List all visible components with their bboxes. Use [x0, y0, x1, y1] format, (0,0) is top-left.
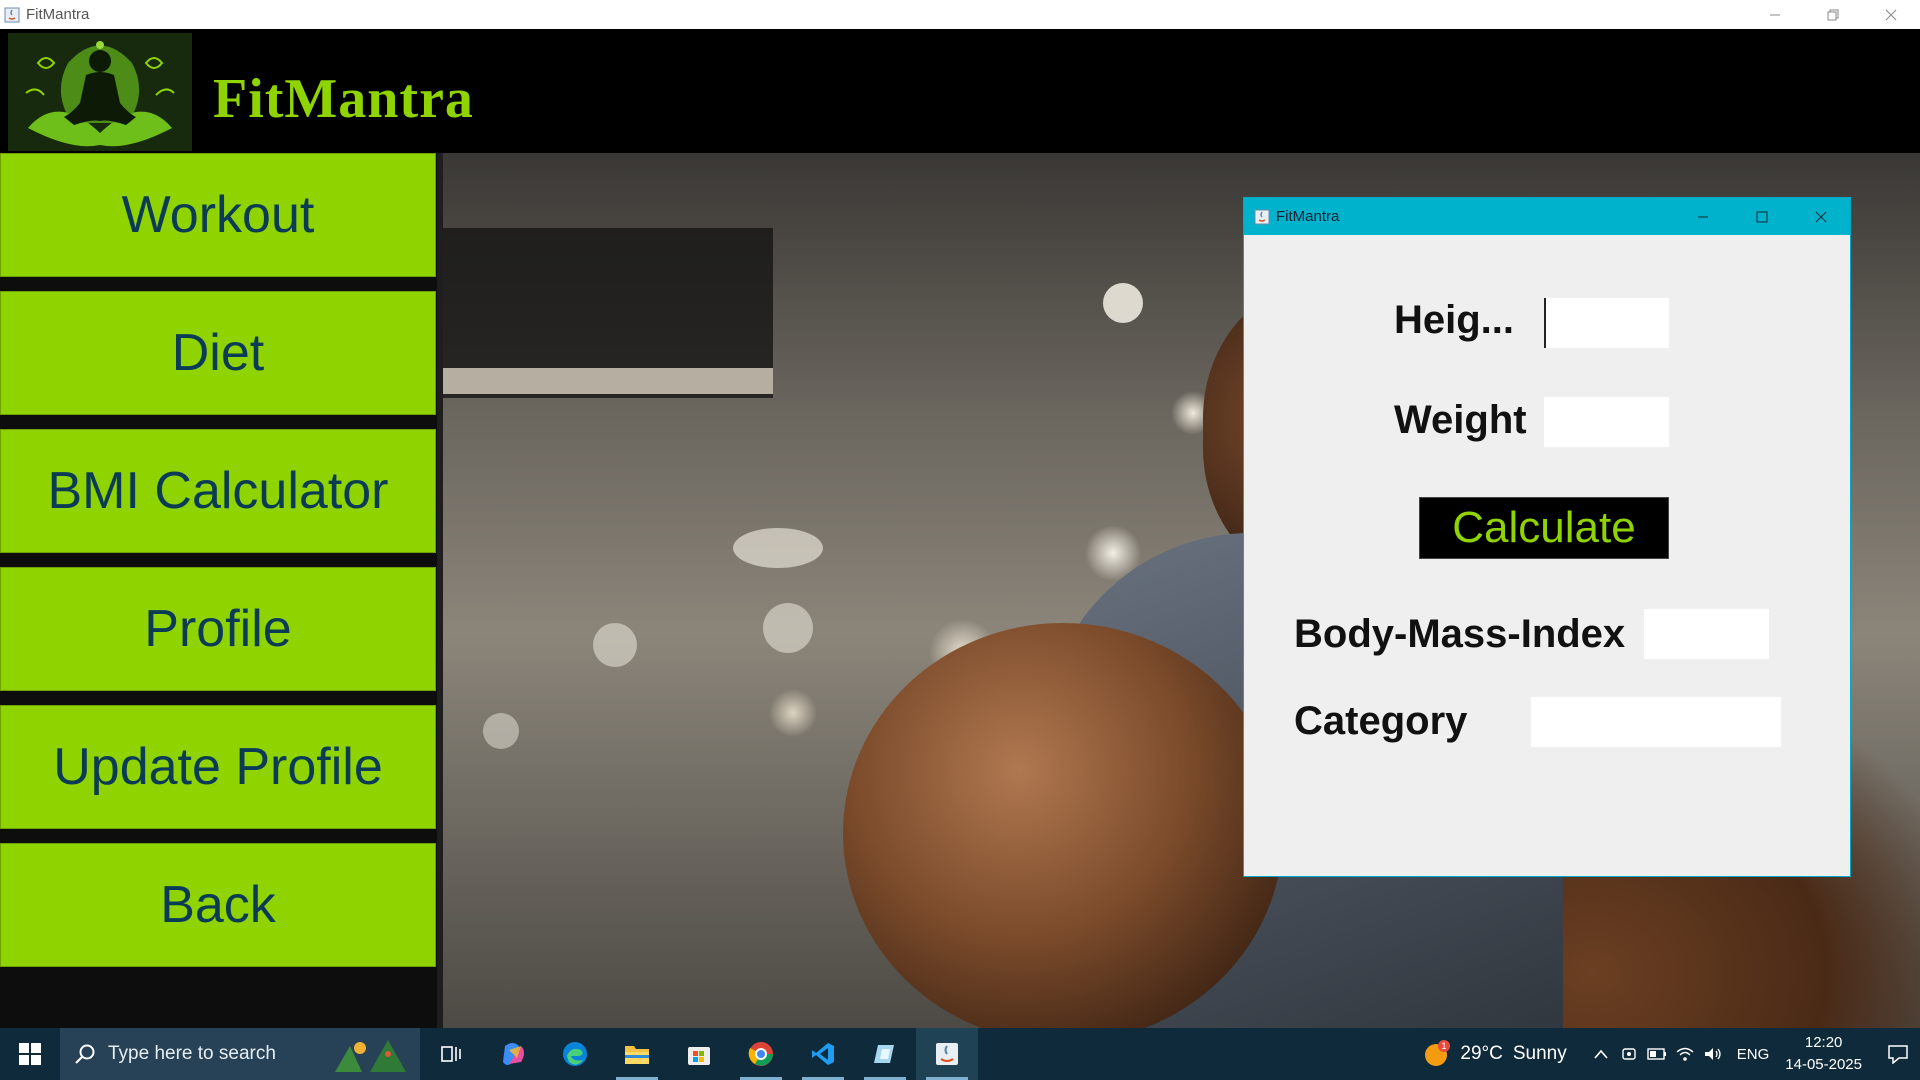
- weather-temp: 29°C: [1460, 1043, 1503, 1064]
- minimize-button[interactable]: [1746, 0, 1804, 29]
- nav-bmi-calculator-button[interactable]: BMI Calculator: [0, 429, 436, 553]
- nav-back-button[interactable]: Back: [0, 843, 436, 967]
- start-button[interactable]: [0, 1028, 60, 1080]
- bmi-output-field[interactable]: [1644, 609, 1769, 659]
- store-button[interactable]: [668, 1028, 730, 1080]
- battery-icon: [1647, 1048, 1666, 1060]
- taskbar-search-box[interactable]: Type here to search: [60, 1028, 420, 1080]
- app-button[interactable]: [854, 1028, 916, 1080]
- edge-button[interactable]: [544, 1028, 606, 1080]
- nav-profile-button[interactable]: Profile: [0, 567, 436, 691]
- speaker-icon: [1704, 1048, 1721, 1060]
- fitmantra-logo: [8, 33, 192, 151]
- close-button[interactable]: [1862, 0, 1920, 29]
- weather-condition: Sunny: [1512, 1043, 1567, 1064]
- chevron-up-icon: [1594, 1049, 1608, 1059]
- task-view-icon: [441, 1046, 461, 1062]
- bmi-label: Body-Mass-Index: [1294, 612, 1626, 656]
- sun-icon: 1: [1425, 1040, 1451, 1066]
- bmi-dialog: FitMantra Heig... Weight Calculate Body-…: [1243, 197, 1851, 877]
- nav-diet-button[interactable]: Diet: [0, 291, 436, 415]
- athlete-shoulder: [843, 623, 1283, 1028]
- system-tray: 1 29°C Sunny ENG 12:20 14-05-2025: [1422, 1028, 1920, 1080]
- dialog-maximize-button[interactable]: [1732, 198, 1791, 235]
- nav-update-profile-button[interactable]: Update Profile: [0, 705, 436, 829]
- close-icon: [1885, 9, 1897, 20]
- dialog-close-button[interactable]: [1791, 198, 1850, 235]
- copilot-button[interactable]: [482, 1028, 544, 1080]
- nav-workout-button[interactable]: Workout: [0, 153, 436, 277]
- network-button[interactable]: [1671, 1028, 1699, 1080]
- store-icon: [688, 1047, 710, 1065]
- maximize-icon: [1756, 211, 1767, 222]
- notification-center-button[interactable]: [1876, 1028, 1920, 1080]
- height-input[interactable]: [1544, 298, 1669, 348]
- brand-title: FitMantra: [213, 68, 474, 130]
- copilot-icon: [503, 1043, 524, 1065]
- restore-icon: [1827, 9, 1839, 20]
- minimize-icon: [1770, 14, 1780, 15]
- window-titlebar: FitMantra: [0, 0, 1920, 29]
- wifi-icon: [1676, 1047, 1694, 1061]
- calculate-button[interactable]: Calculate: [1419, 497, 1669, 559]
- java-app-button[interactable]: [916, 1028, 978, 1080]
- file-explorer-button[interactable]: [606, 1028, 668, 1080]
- weather-badge: 1: [1442, 1041, 1447, 1051]
- height-label: Heig...: [1394, 298, 1515, 342]
- java-app-icon: [4, 7, 20, 22]
- category-label: Category: [1294, 699, 1468, 743]
- language-indicator[interactable]: ENG: [1737, 1046, 1770, 1063]
- meet-now-button[interactable]: [1615, 1028, 1643, 1080]
- weather-widget[interactable]: 1 29°C Sunny: [1422, 1039, 1567, 1069]
- search-icon: [75, 1044, 95, 1064]
- chrome-icon: [748, 1042, 773, 1066]
- ceiling-light-strip: [443, 368, 773, 394]
- java-icon: [936, 1043, 958, 1065]
- bokeh-light: [593, 623, 637, 667]
- sidebar: Workout Diet BMI Calculator Profile Upda…: [0, 153, 437, 1028]
- app-header: FitMantra: [0, 29, 1920, 153]
- notification-icon: [1888, 1045, 1908, 1064]
- restore-button[interactable]: [1804, 0, 1862, 29]
- category-output-field[interactable]: [1531, 697, 1781, 747]
- java-app-icon: [1254, 209, 1270, 224]
- weight-label: Weight: [1394, 398, 1527, 442]
- task-view-button[interactable]: [420, 1028, 482, 1080]
- bokeh-light: [483, 713, 519, 749]
- app-icon: [874, 1045, 894, 1063]
- window-title: FitMantra: [26, 6, 90, 23]
- device-icon: [1622, 1048, 1636, 1060]
- clock[interactable]: 12:20 14-05-2025: [1785, 1032, 1862, 1076]
- dialog-title: FitMantra: [1276, 208, 1340, 225]
- close-icon: [1815, 211, 1826, 222]
- dialog-titlebar: FitMantra: [1244, 198, 1850, 235]
- bokeh-light: [733, 528, 823, 568]
- vscode-button[interactable]: [792, 1028, 854, 1080]
- edge-icon: [563, 1042, 587, 1066]
- clock-date: 14-05-2025: [1785, 1056, 1862, 1073]
- meditation-logo-icon: [8, 33, 192, 151]
- chrome-button[interactable]: [730, 1028, 792, 1080]
- dialog-minimize-button[interactable]: [1673, 198, 1732, 235]
- volume-button[interactable]: [1699, 1028, 1727, 1080]
- show-hidden-icons-button[interactable]: [1587, 1028, 1615, 1080]
- weight-input[interactable]: [1544, 397, 1669, 447]
- battery-button[interactable]: [1643, 1028, 1671, 1080]
- minimize-icon: [1697, 216, 1708, 217]
- clock-time: 12:20: [1804, 1034, 1843, 1051]
- vscode-icon: [812, 1043, 834, 1065]
- file-explorer-icon: [625, 1046, 649, 1064]
- bokeh-light: [763, 603, 813, 653]
- search-highlight-icon: [335, 1040, 406, 1072]
- windows-logo-icon: [19, 1043, 41, 1065]
- search-placeholder: Type here to search: [108, 1043, 276, 1064]
- ceiling-lamp: [1103, 283, 1143, 323]
- windows-taskbar: Type here to search 1 29°C Sunny ENG 12:…: [0, 1028, 1920, 1080]
